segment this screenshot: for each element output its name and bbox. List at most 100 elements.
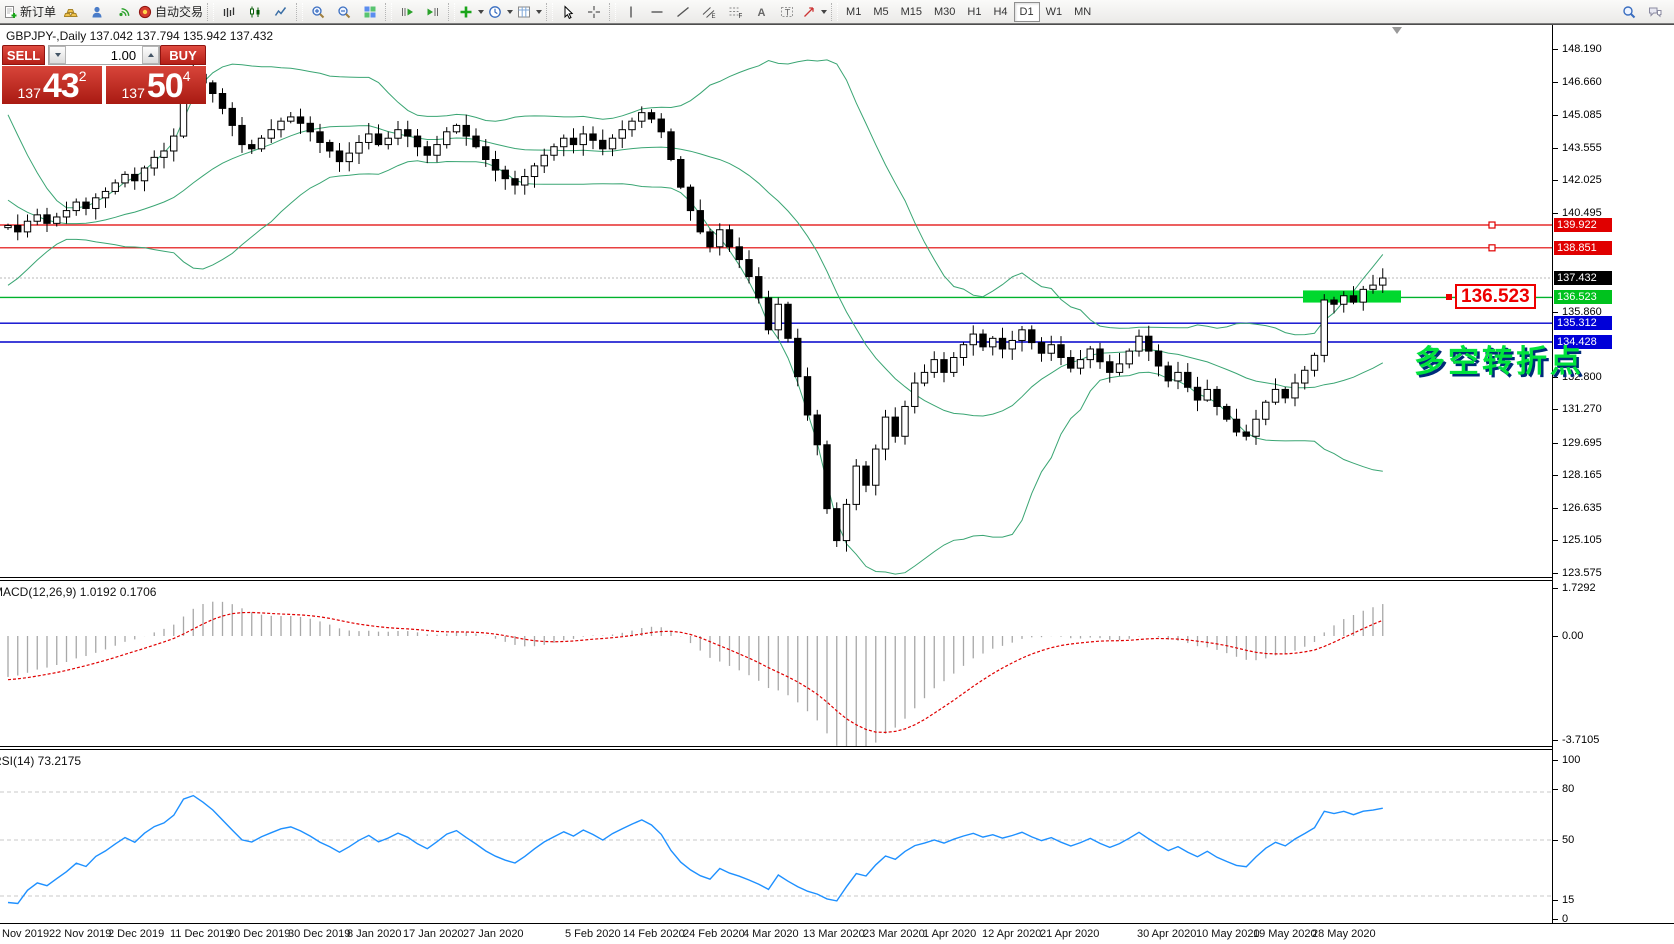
fibonacci-button[interactable]: F [722,2,748,22]
candle [268,130,274,139]
level-line-handle[interactable] [1446,294,1452,300]
candle [1146,336,1152,351]
line-chart-button[interactable] [268,2,294,22]
timeframe-h1-button[interactable]: H1 [961,2,987,22]
candle [873,449,879,485]
community-button[interactable] [84,2,110,22]
price-chart[interactable] [0,25,1552,577]
chat-button[interactable] [1642,2,1668,22]
timeframe-m15-button[interactable]: M15 [895,2,928,22]
chart-shift-marker[interactable] [1392,27,1402,34]
equidistant-channel-button[interactable]: E [696,2,722,22]
timeframe-h4-button[interactable]: H4 [987,2,1013,22]
indadd-icon [459,5,473,19]
candlestick-series [5,62,1386,552]
candle [609,138,615,149]
time-axis-label: 21 Apr 2020 [1040,928,1099,940]
chevron-down-icon [478,10,484,14]
candle [561,138,567,147]
time-axis-label: 27 Jan 2020 [463,928,524,940]
price-tick [1553,740,1558,741]
timeframe-mn-button[interactable]: MN [1068,2,1097,22]
candle [1224,406,1230,419]
time-axis[interactable]: Nov 201922 Nov 20192 Dec 201911 Dec 2019… [0,923,1674,944]
candle [639,113,645,122]
text-button[interactable]: A [748,2,774,22]
panel-splitter[interactable] [0,577,1674,581]
candle [1019,330,1025,341]
timeframe-d1-button[interactable]: D1 [1014,2,1040,22]
indicators-button[interactable] [457,2,486,22]
rsi-axis-label: 80 [1562,783,1574,795]
new-order-button[interactable]: 新订单 [1,2,58,22]
price-axis[interactable]: 148.190146.660145.085143.555142.025140.4… [1552,25,1674,923]
line-handle[interactable] [1489,222,1495,228]
candle [44,215,50,224]
timeframe-m1-button[interactable]: M1 [840,2,867,22]
search-button[interactable] [1616,2,1642,22]
horizontal-line-button[interactable] [644,2,670,22]
macd-histogram [8,602,1383,746]
buy-button[interactable]: BUY [160,45,206,65]
toolbar-separator [546,3,553,21]
candle [34,215,40,221]
timeframe-m30-button[interactable]: M30 [928,2,961,22]
chart-title-ohlc: GBPJPY-,Daily 137.042 137.794 135.942 13… [6,29,273,43]
sell-button[interactable]: SELL [2,45,45,65]
candlestick-chart-button[interactable] [242,2,268,22]
candle [1185,372,1191,387]
trendline-button[interactable] [670,2,696,22]
candle [1126,351,1132,364]
template-icon [517,5,531,19]
time-axis-label: 13 Mar 2020 [803,928,865,940]
zoom-out-button[interactable] [331,2,357,22]
candle [1282,389,1288,398]
candle [463,125,469,136]
price-tick-label: 148.190 [1562,43,1602,55]
periods-button[interactable] [486,2,515,22]
bar-chart-button[interactable] [216,2,242,22]
templates-button[interactable] [515,2,544,22]
candle [775,304,781,330]
candle [892,417,898,436]
candle [1292,383,1298,398]
candle [229,108,235,125]
panel-splitter[interactable] [0,746,1674,750]
volume-increase-button[interactable] [142,46,159,64]
sell-price-display[interactable]: 137 43 2 [2,66,102,104]
candle [434,145,440,156]
sell-price-main: 43 [43,69,79,103]
candle [1302,370,1308,383]
tile-windows-button[interactable] [357,2,383,22]
price-tick [1553,49,1558,50]
candle [1341,296,1347,305]
textA-icon: A [754,5,768,19]
market-watch-button[interactable] [58,2,84,22]
text-label-button[interactable]: T [774,2,800,22]
price-tick [1553,409,1558,410]
price-tick [1553,760,1558,761]
cursor-button[interactable] [555,2,581,22]
volume-input[interactable] [66,46,142,64]
line-handle[interactable] [1489,245,1495,251]
candle [278,121,284,130]
rsi-panel[interactable] [0,751,1552,923]
autotrading-button[interactable]: 自动交易 [136,2,205,22]
arrows-button[interactable] [800,2,829,22]
auto-scroll-button[interactable] [394,2,420,22]
buy-price-display[interactable]: 137 50 4 [106,66,206,104]
candle [785,304,791,338]
timeframe-m5-button[interactable]: M5 [867,2,894,22]
volume-decrease-button[interactable] [49,46,66,64]
chart-shift-button[interactable] [420,2,446,22]
one-click-trading-panel: SELL BUY 137 43 2 137 50 4 [2,45,206,104]
macd-panel[interactable] [0,582,1552,746]
zoom-in-button[interactable] [305,2,331,22]
crosshair-button[interactable] [581,2,607,22]
time-axis-label: 30 Dec 2019 [288,928,350,940]
vertical-line-button[interactable] [618,2,644,22]
timeframe-w1-button[interactable]: W1 [1040,2,1069,22]
signals-button[interactable] [110,2,136,22]
candle [570,138,576,144]
candle [1029,330,1035,343]
